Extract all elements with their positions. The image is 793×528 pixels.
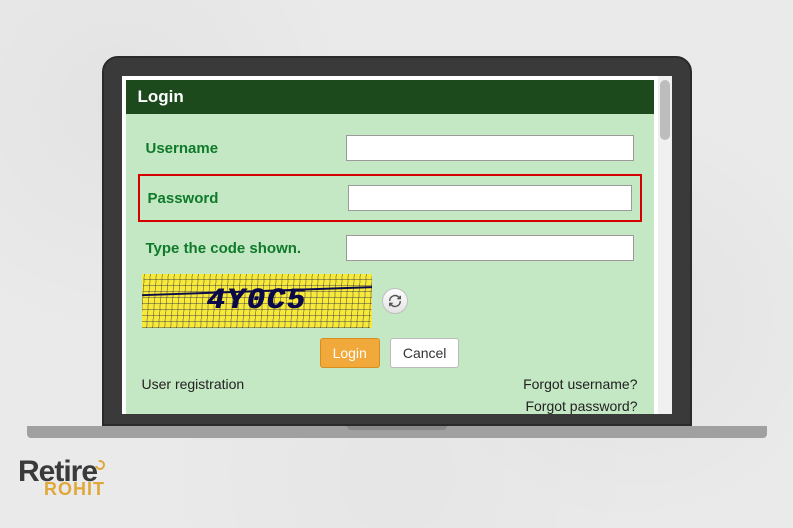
captcha-code-text: 4Y0C5 <box>142 274 372 328</box>
cancel-button[interactable]: Cancel <box>390 338 460 368</box>
laptop-frame: Login Username Password Type the code sh… <box>102 56 692 426</box>
watermark-logo: Retire ROHIT <box>18 460 105 496</box>
login-body: Username Password Type the code shown. <box>126 114 654 414</box>
watermark-line2: ROHIT <box>44 482 105 496</box>
password-label: Password <box>148 190 348 207</box>
links-row: User registration Forgot username? Forgo… <box>142 376 638 414</box>
laptop-notch <box>347 426 447 430</box>
username-input[interactable] <box>346 135 634 161</box>
login-button[interactable]: Login <box>320 338 380 368</box>
password-input[interactable] <box>348 185 632 211</box>
username-row: Username <box>142 126 638 170</box>
login-title: Login <box>138 87 184 106</box>
captcha-refresh-button[interactable] <box>382 288 408 314</box>
scrollbar-track[interactable] <box>658 76 672 414</box>
login-panel: Login Username Password Type the code sh… <box>126 80 654 414</box>
captcha-image: 4Y0C5 <box>142 274 372 328</box>
captcha-image-row: 4Y0C5 <box>142 274 638 328</box>
button-row: Login Cancel <box>142 338 638 368</box>
forgot-username-link[interactable]: Forgot username? <box>523 376 637 392</box>
laptop-screen: Login Username Password Type the code sh… <box>122 76 672 414</box>
login-header: Login <box>126 80 654 114</box>
refresh-icon <box>388 294 402 308</box>
laptop-base <box>27 426 767 438</box>
captcha-input[interactable] <box>346 235 634 261</box>
scrollbar-thumb[interactable] <box>660 80 670 140</box>
forgot-links: Forgot username? Forgot password? <box>523 376 637 414</box>
username-label: Username <box>146 140 346 157</box>
captcha-input-row: Type the code shown. <box>142 226 638 270</box>
user-registration-link[interactable]: User registration <box>142 376 245 414</box>
captcha-label: Type the code shown. <box>146 240 346 257</box>
forgot-password-link[interactable]: Forgot password? <box>523 398 637 414</box>
laptop-mockup: Login Username Password Type the code sh… <box>102 56 692 438</box>
password-row: Password <box>138 174 642 222</box>
